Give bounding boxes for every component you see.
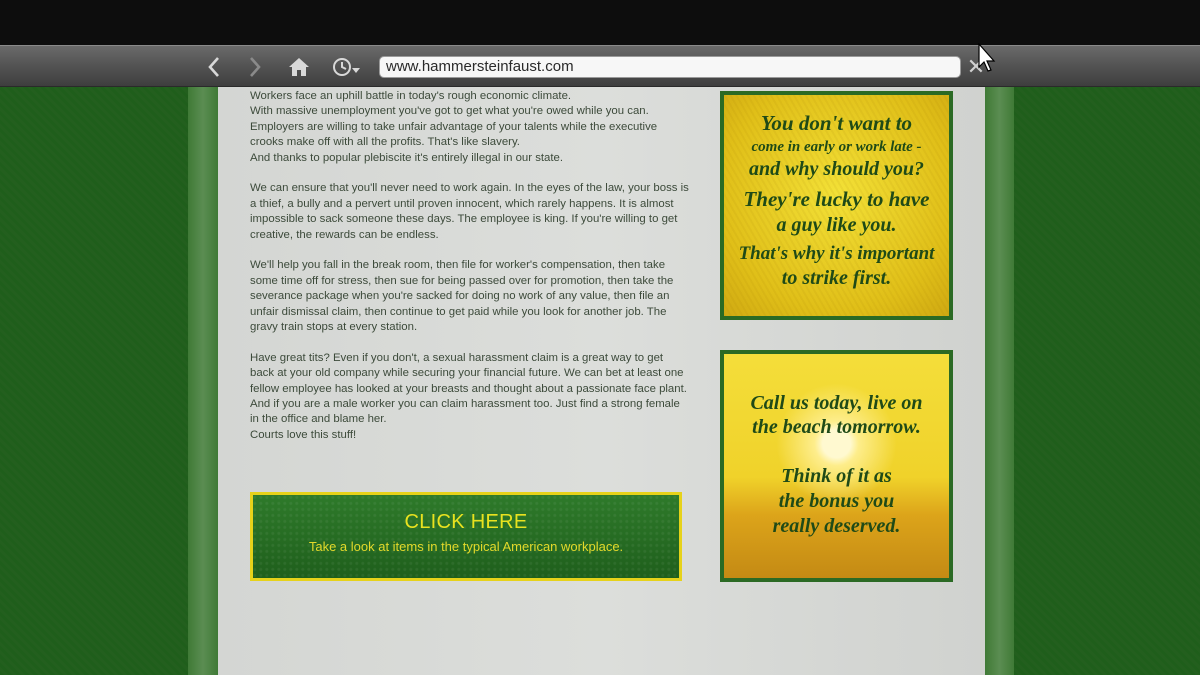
ad-line: Call us today, live on — [750, 392, 923, 414]
home-icon — [289, 58, 309, 76]
clock-icon — [333, 58, 351, 76]
top-black-bar — [0, 0, 1200, 45]
ad-line: and why should you? — [748, 158, 925, 180]
article-text: Workers face an uphill battle in today's… — [250, 89, 690, 459]
article-paragraph: Workers face an uphill battle in today's… — [250, 90, 658, 164]
ad-line: That's why it's important — [738, 243, 935, 264]
click-here-button[interactable]: CLICK HERE Take a look at items in the t… — [250, 492, 682, 581]
browser-toolbar: www.hammersteinfaust.com ✕ — [0, 45, 1200, 87]
ad-line: the bonus you — [778, 490, 895, 512]
cta-subtitle: Take a look at items in the typical Amer… — [308, 539, 624, 554]
page-content: Workers face an uphill battle in today's… — [218, 87, 985, 675]
cta-title: CLICK HERE — [404, 511, 528, 533]
article-paragraph: We'll help you fall in the break room, t… — [250, 259, 674, 334]
ad-line: You don't want to — [760, 111, 913, 135]
article-paragraph: Have great tits? Even if you don't, a se… — [250, 351, 687, 441]
beach-ad: Call us today, live on the beach tomorro… — [720, 350, 953, 582]
page-frame-left — [188, 87, 218, 675]
chevron-left-icon — [208, 57, 219, 77]
dropdown-arrow-icon — [352, 68, 360, 73]
history-button[interactable] — [328, 54, 364, 80]
chevron-right-icon — [250, 57, 261, 77]
page-background-left — [0, 87, 188, 675]
forward-button[interactable] — [241, 54, 269, 80]
home-button[interactable] — [285, 54, 313, 80]
ad-line: They're lucky to have — [743, 187, 930, 211]
ad-line: to strike first. — [781, 267, 892, 289]
ad-line: come in early or work late - — [751, 139, 922, 155]
page-frame-right — [985, 87, 1014, 675]
page-background-right — [1014, 87, 1200, 675]
strike-first-ad: You don't want to come in early or work … — [720, 91, 953, 320]
back-button[interactable] — [200, 54, 228, 80]
article-paragraph: We can ensure that you'll never need to … — [250, 182, 689, 241]
ad-line: the beach tomorrow. — [752, 416, 921, 438]
ad-line: Think of it as — [781, 465, 892, 487]
mouse-cursor-icon — [978, 43, 996, 72]
ad-line: really deserved. — [772, 515, 901, 537]
address-bar[interactable]: www.hammersteinfaust.com — [379, 56, 961, 78]
ad-line: a guy like you. — [776, 214, 897, 236]
